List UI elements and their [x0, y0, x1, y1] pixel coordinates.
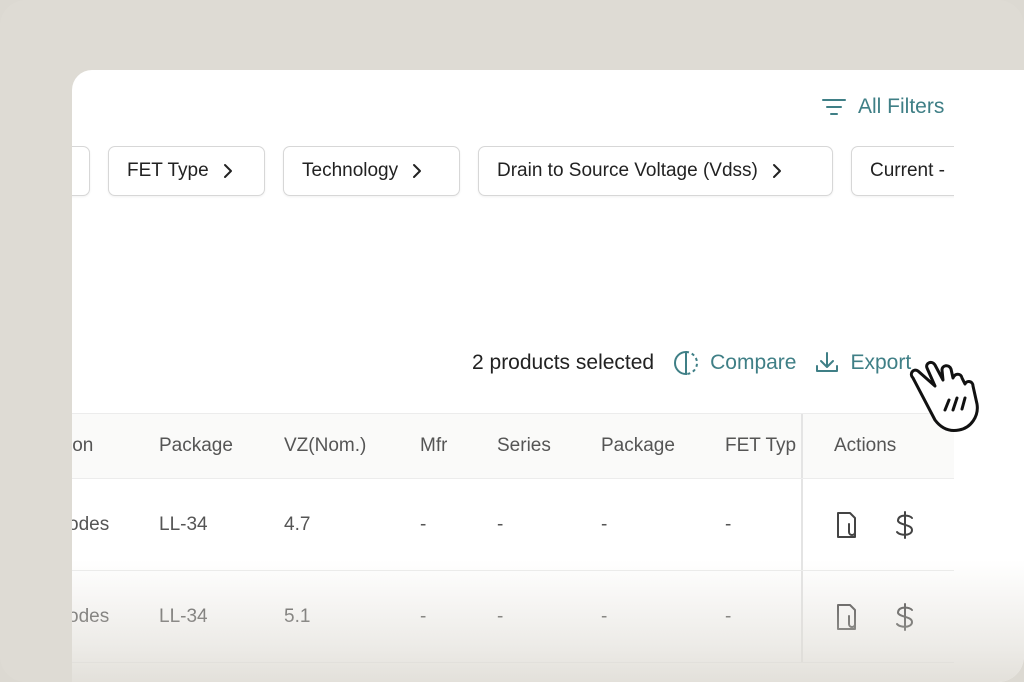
- filter-chip-partial[interactable]: [72, 146, 90, 196]
- selection-bar: 2 products selected Compare Export: [472, 346, 911, 380]
- table-row[interactable]: odes LL-34 4.7 - - - -: [72, 479, 954, 571]
- filter-chip-row: FET Type Technology Drain to Source Volt…: [72, 146, 954, 202]
- compare-button[interactable]: Compare: [672, 349, 796, 377]
- compare-icon: [674, 350, 699, 376]
- column-header[interactable]: Mfr: [420, 414, 447, 478]
- filter-chip-current[interactable]: Current -: [851, 146, 954, 196]
- table-cell: odes: [72, 513, 110, 535]
- all-filters-label: All Filters: [858, 95, 945, 118]
- results-table: ion Package VZ(Nom.) Mfr Series Package …: [72, 413, 954, 663]
- table-cell: -: [725, 605, 732, 627]
- column-header[interactable]: FET Typ: [725, 414, 799, 478]
- table-row[interactable]: odes LL-34 5.1 - - - -: [72, 571, 954, 663]
- dollar-icon[interactable]: [894, 510, 916, 540]
- column-header[interactable]: Package: [159, 414, 233, 478]
- document-attachment-icon[interactable]: [834, 510, 860, 540]
- actions-column: Actions: [801, 414, 954, 478]
- document-attachment-icon[interactable]: [834, 602, 860, 632]
- column-header[interactable]: ion: [72, 414, 93, 478]
- filter-chip-fet-type[interactable]: FET Type: [108, 146, 265, 196]
- filter-chip-technology[interactable]: Technology: [283, 146, 460, 196]
- chip-label: Current -: [870, 160, 945, 181]
- table-cell: -: [601, 513, 608, 535]
- filter-chip-drain-source-voltage[interactable]: Drain to Source Voltage (Vdss): [478, 146, 833, 196]
- chip-label: Drain to Source Voltage (Vdss): [497, 160, 758, 181]
- column-header[interactable]: Series: [497, 414, 551, 478]
- column-header[interactable]: Package: [601, 414, 675, 478]
- export-label: Export: [850, 351, 912, 374]
- export-button[interactable]: Export: [814, 350, 911, 376]
- chip-label: Technology: [302, 160, 399, 181]
- chevron-right-icon: [223, 163, 233, 179]
- table-cell: -: [601, 605, 608, 627]
- background-window-edge: [1018, 120, 1024, 600]
- chevron-right-icon: [772, 163, 782, 179]
- actions-column: [801, 571, 954, 662]
- table-cell: -: [420, 513, 427, 535]
- filter-lines-icon: [822, 99, 846, 115]
- product-panel: All Filters FET Type Technology Drain to…: [72, 70, 1024, 682]
- chip-label: FET Type: [127, 160, 209, 181]
- all-filters-button[interactable]: All Filters: [822, 92, 944, 122]
- selected-count: 2 products selected: [472, 351, 655, 374]
- table-cell: -: [497, 513, 504, 535]
- dollar-icon[interactable]: [894, 602, 916, 632]
- table-cell: LL-34: [159, 605, 208, 627]
- table-cell: -: [725, 513, 732, 535]
- column-header-actions: Actions: [834, 435, 897, 456]
- table-cell: 4.7: [284, 513, 311, 535]
- table-header: ion Package VZ(Nom.) Mfr Series Package …: [72, 413, 954, 479]
- chevron-right-icon: [412, 163, 422, 179]
- table-cell: 5.1: [284, 605, 311, 627]
- app-frame: All Filters FET Type Technology Drain to…: [0, 0, 1024, 682]
- compare-label: Compare: [710, 351, 797, 374]
- download-icon: [816, 352, 839, 372]
- table-cell: -: [497, 605, 504, 627]
- table-cell: LL-34: [159, 513, 208, 535]
- table-cell: -: [420, 605, 427, 627]
- column-header[interactable]: VZ(Nom.): [284, 414, 366, 478]
- actions-column: [801, 479, 954, 570]
- table-cell: odes: [72, 605, 110, 627]
